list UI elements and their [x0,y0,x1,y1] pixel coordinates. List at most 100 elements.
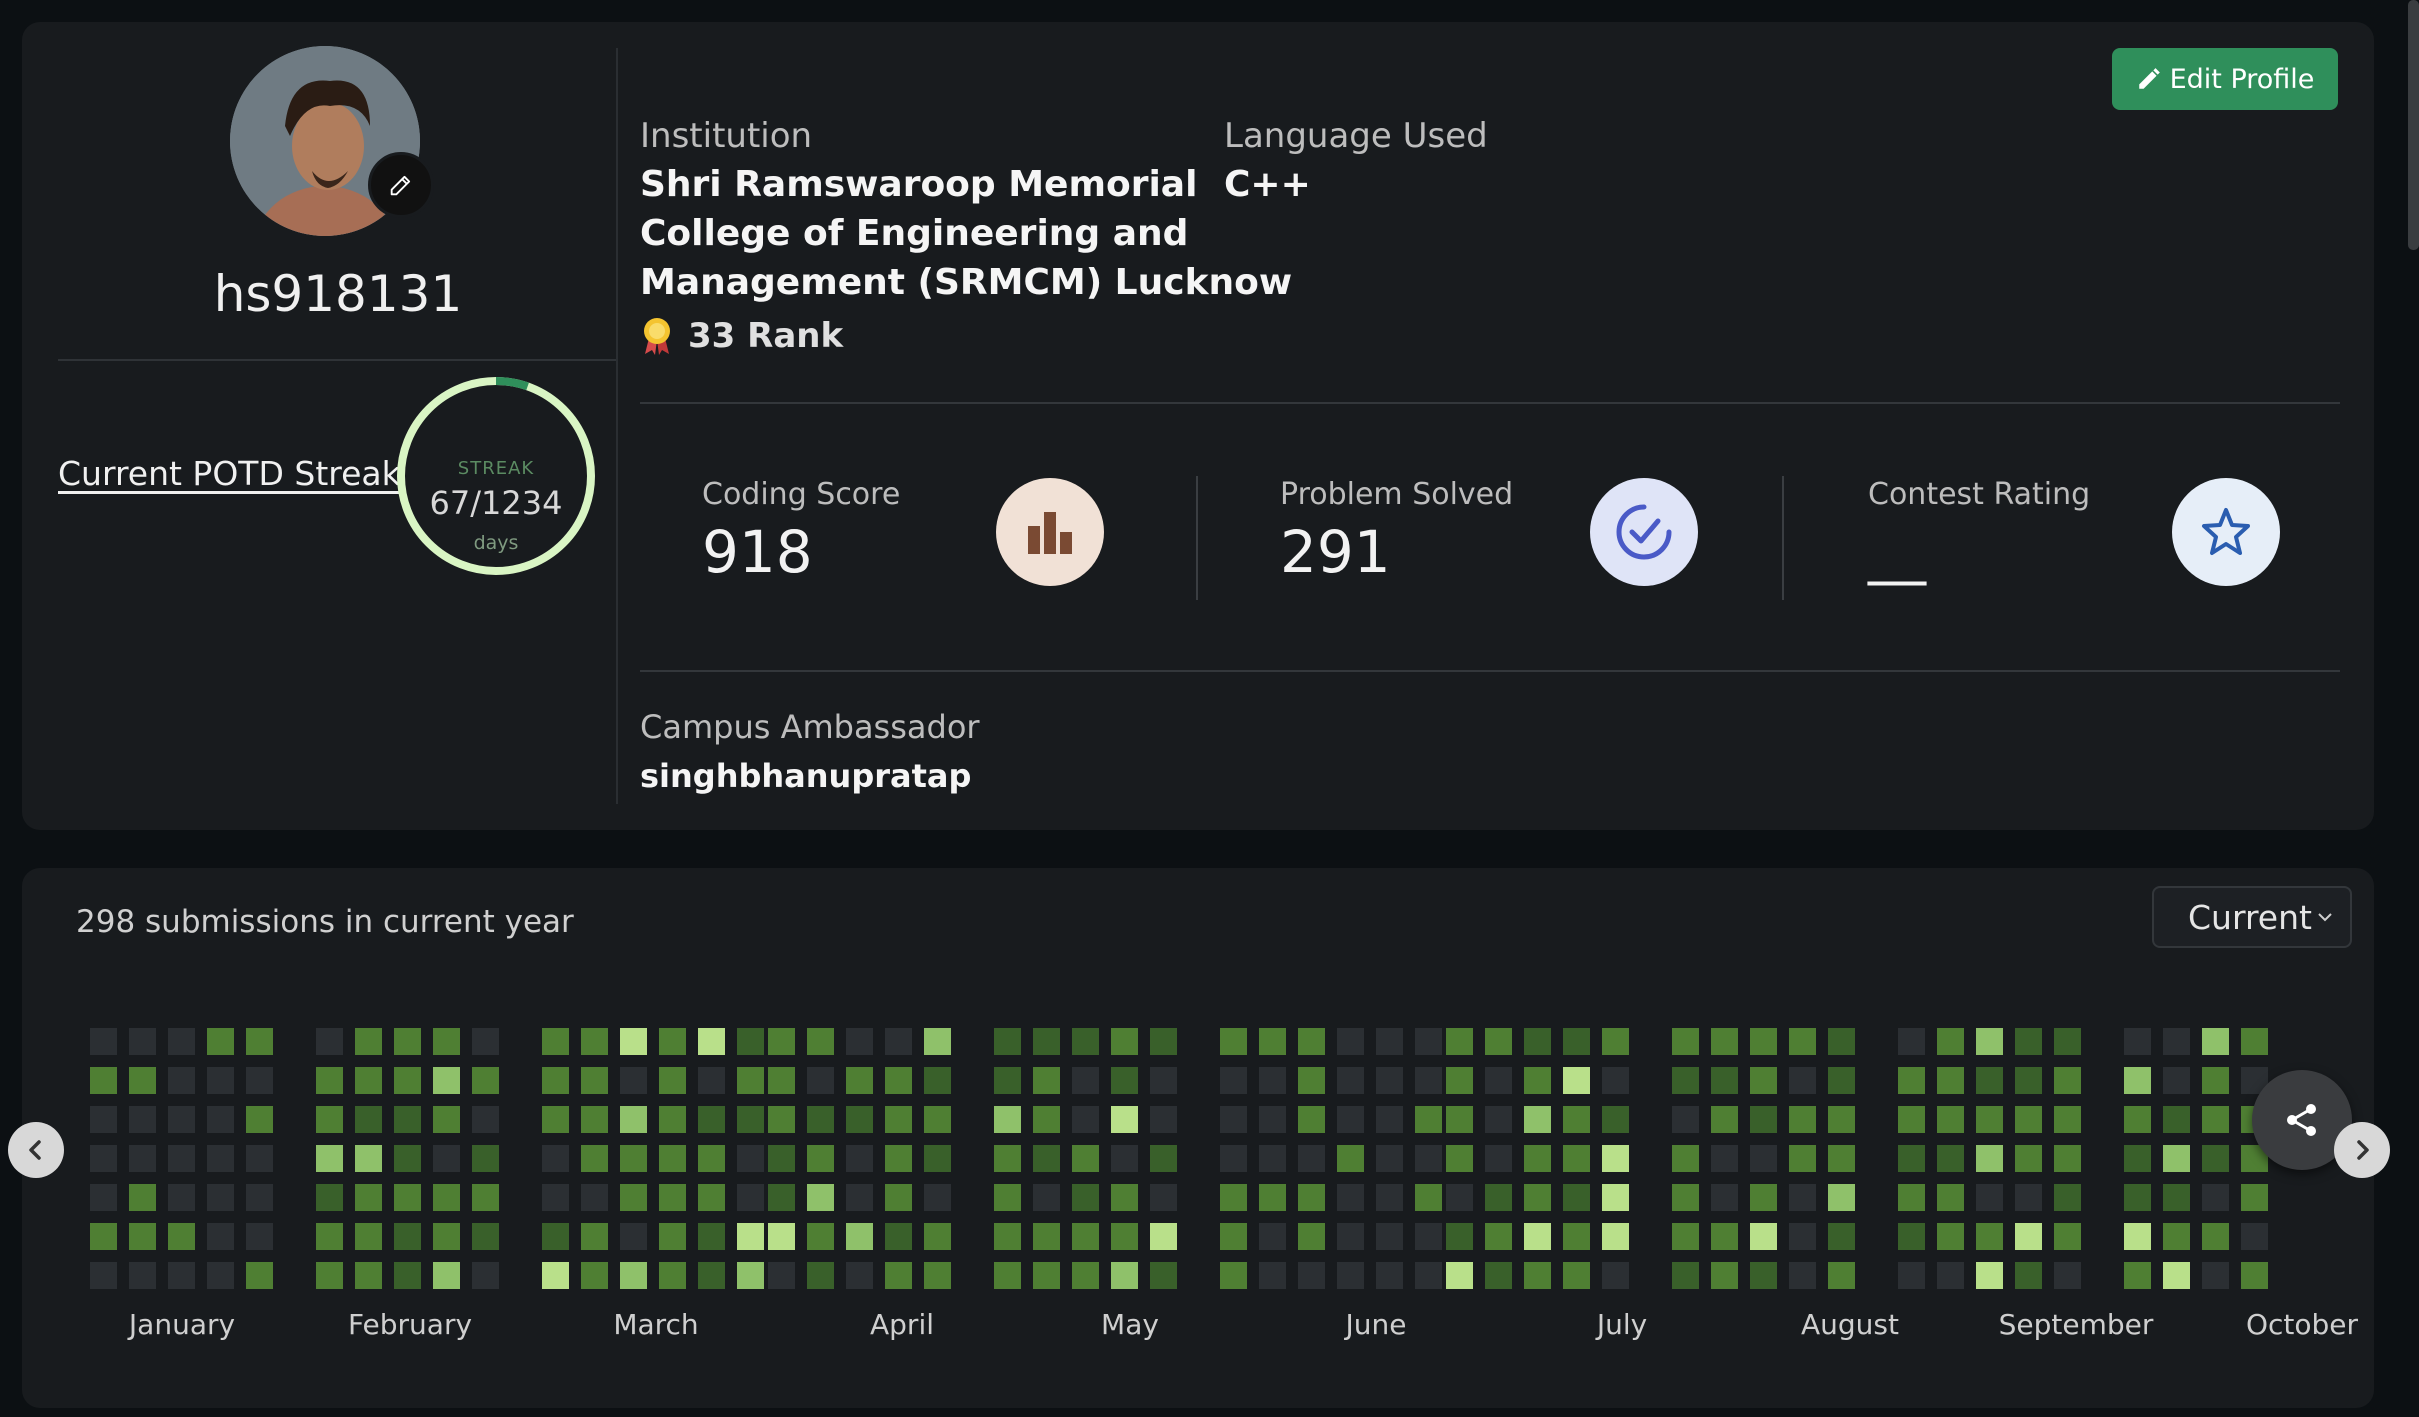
heatmap-cell[interactable] [885,1106,912,1133]
heatmap-cell[interactable] [355,1067,382,1094]
heatmap-cell[interactable] [620,1223,647,1250]
heatmap-cell[interactable] [846,1106,873,1133]
heatmap-cell[interactable] [2241,1184,2268,1211]
heatmap-cell[interactable] [807,1028,834,1055]
heatmap-cell[interactable] [768,1145,795,1172]
heatmap-cell[interactable] [737,1184,764,1211]
heatmap-cell[interactable] [1711,1028,1738,1055]
heatmap-cell[interactable] [207,1067,234,1094]
heatmap-cell[interactable] [316,1145,343,1172]
heatmap-cell[interactable] [924,1184,951,1211]
heatmap-cell[interactable] [1672,1106,1699,1133]
heatmap-cell[interactable] [2124,1106,2151,1133]
heatmap-cell[interactable] [1220,1067,1247,1094]
heatmap-cell[interactable] [1602,1106,1629,1133]
heatmap-cell[interactable] [1789,1184,1816,1211]
heatmap-cell[interactable] [1711,1223,1738,1250]
heatmap-cell[interactable] [1111,1067,1138,1094]
heatmap-cell[interactable] [1828,1106,1855,1133]
heatmap-cell[interactable] [433,1106,460,1133]
heatmap-cell[interactable] [1446,1028,1473,1055]
heatmap-cell[interactable] [698,1106,725,1133]
heatmap-cell[interactable] [659,1262,686,1289]
heatmap-cell[interactable] [698,1262,725,1289]
heatmap-cell[interactable] [1750,1028,1777,1055]
heatmap-cell[interactable] [1446,1106,1473,1133]
heatmap-cell[interactable] [316,1223,343,1250]
heatmap-cell[interactable] [1672,1262,1699,1289]
heatmap-cell[interactable] [1259,1262,1286,1289]
heatmap-cell[interactable] [246,1067,273,1094]
heatmap-cell[interactable] [1789,1106,1816,1133]
heatmap-cell[interactable] [2054,1067,2081,1094]
heatmap-cell[interactable] [246,1223,273,1250]
heatmap-cell[interactable] [1828,1223,1855,1250]
heatmap-cell[interactable] [355,1184,382,1211]
heatmap-cell[interactable] [2124,1262,2151,1289]
heatmap-cell[interactable] [1298,1028,1325,1055]
heatmap-cell[interactable] [207,1106,234,1133]
heatmap-cell[interactable] [433,1067,460,1094]
heatmap-cell[interactable] [2163,1106,2190,1133]
heatmap-cell[interactable] [737,1106,764,1133]
heatmap-cell[interactable] [2202,1223,2229,1250]
heatmap-cell[interactable] [1072,1106,1099,1133]
heatmap-cell[interactable] [1337,1067,1364,1094]
heatmap-cell[interactable] [1602,1145,1629,1172]
heatmap-cell[interactable] [1711,1067,1738,1094]
heatmap-cell[interactable] [129,1223,156,1250]
heatmap-cell[interactable] [1789,1223,1816,1250]
heatmap-cell[interactable] [2202,1067,2229,1094]
heatmap-cell[interactable] [1937,1067,1964,1094]
heatmap-cell[interactable] [807,1223,834,1250]
heatmap-cell[interactable] [472,1262,499,1289]
heatmap-cell[interactable] [1789,1145,1816,1172]
heatmap-cell[interactable] [581,1106,608,1133]
heatmap-cell[interactable] [168,1067,195,1094]
heatmap-cell[interactable] [1337,1145,1364,1172]
heatmap-cell[interactable] [846,1262,873,1289]
heatmap-cell[interactable] [1376,1262,1403,1289]
heatmap-cell[interactable] [698,1184,725,1211]
heatmap-cell[interactable] [659,1067,686,1094]
heatmap-cell[interactable] [1446,1223,1473,1250]
heatmap-cell[interactable] [394,1223,421,1250]
heatmap-cell[interactable] [846,1028,873,1055]
heatmap-cell[interactable] [1937,1145,1964,1172]
heatmap-cell[interactable] [737,1145,764,1172]
heatmap-cell[interactable] [1485,1145,1512,1172]
heatmap-cell[interactable] [168,1262,195,1289]
heatmap-cell[interactable] [1485,1106,1512,1133]
heatmap-cell[interactable] [1524,1184,1551,1211]
heatmap-cell[interactable] [581,1145,608,1172]
heatmap-cell[interactable] [472,1028,499,1055]
heatmap-cell[interactable] [2163,1028,2190,1055]
heatmap-cell[interactable] [994,1067,1021,1094]
heatmap-cell[interactable] [168,1028,195,1055]
prev-arrow-button[interactable] [8,1122,64,1178]
heatmap-cell[interactable] [1446,1184,1473,1211]
heatmap-cell[interactable] [994,1145,1021,1172]
heatmap-cell[interactable] [1898,1067,1925,1094]
heatmap-cell[interactable] [1672,1028,1699,1055]
heatmap-cell[interactable] [1111,1106,1138,1133]
heatmap-cell[interactable] [316,1028,343,1055]
heatmap-cell[interactable] [1898,1028,1925,1055]
heatmap-cell[interactable] [2054,1223,2081,1250]
heatmap-cell[interactable] [1976,1184,2003,1211]
heatmap-cell[interactable] [542,1067,569,1094]
heatmap-cell[interactable] [1898,1184,1925,1211]
avatar-edit-button[interactable] [368,152,434,218]
heatmap-cell[interactable] [1415,1184,1442,1211]
heatmap-cell[interactable] [1298,1184,1325,1211]
heatmap-cell[interactable] [885,1184,912,1211]
heatmap-cell[interactable] [1150,1262,1177,1289]
heatmap-cell[interactable] [1563,1184,1590,1211]
heatmap-cell[interactable] [768,1262,795,1289]
heatmap-cell[interactable] [768,1223,795,1250]
heatmap-cell[interactable] [1976,1028,2003,1055]
heatmap-cell[interactable] [581,1067,608,1094]
heatmap-cell[interactable] [2124,1067,2151,1094]
heatmap-cell[interactable] [90,1028,117,1055]
heatmap-cell[interactable] [1150,1145,1177,1172]
